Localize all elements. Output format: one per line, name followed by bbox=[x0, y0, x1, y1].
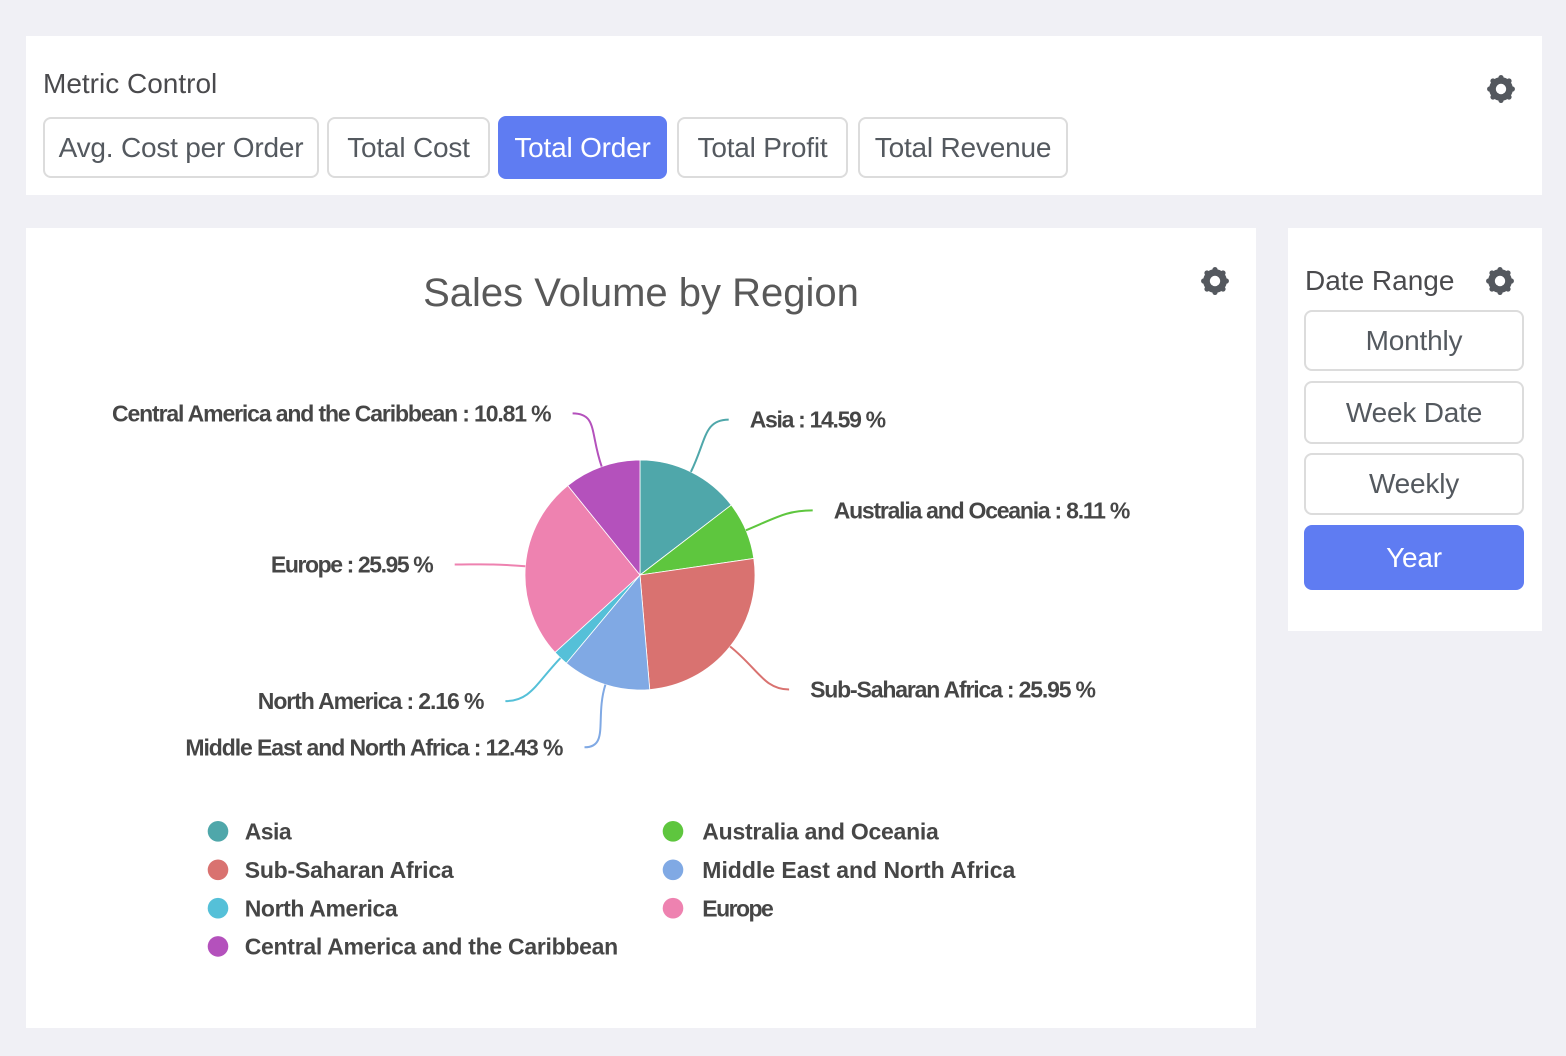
svg-text:North America : 2.16 %: North America : 2.16 % bbox=[258, 688, 485, 714]
svg-text:Australia and Oceania: Australia and Oceania bbox=[702, 819, 939, 845]
svg-text:Asia: Asia bbox=[245, 819, 292, 845]
svg-text:Middle East and North Africa :: Middle East and North Africa : 12.43 % bbox=[185, 734, 563, 760]
svg-text:Europe : 25.95 %: Europe : 25.95 % bbox=[271, 552, 434, 578]
svg-text:Australia and Oceania : 8.11 %: Australia and Oceania : 8.11 % bbox=[834, 497, 1131, 523]
svg-text:Sub-Saharan Africa : 25.95 %: Sub-Saharan Africa : 25.95 % bbox=[810, 677, 1096, 703]
svg-text:Sales Volume by Region: Sales Volume by Region bbox=[423, 271, 859, 315]
svg-text:North America: North America bbox=[245, 895, 398, 921]
svg-text:Central America and the Caribb: Central America and the Caribbean : 10.8… bbox=[112, 400, 552, 426]
svg-text:Europe: Europe bbox=[702, 895, 774, 921]
svg-text:Asia : 14.59 %: Asia : 14.59 % bbox=[750, 407, 886, 433]
svg-text:Middle East and North Africa: Middle East and North Africa bbox=[702, 857, 1015, 883]
svg-text:Central America and the Caribb: Central America and the Caribbean bbox=[245, 934, 619, 960]
svg-text:Sub-Saharan Africa: Sub-Saharan Africa bbox=[245, 857, 454, 883]
